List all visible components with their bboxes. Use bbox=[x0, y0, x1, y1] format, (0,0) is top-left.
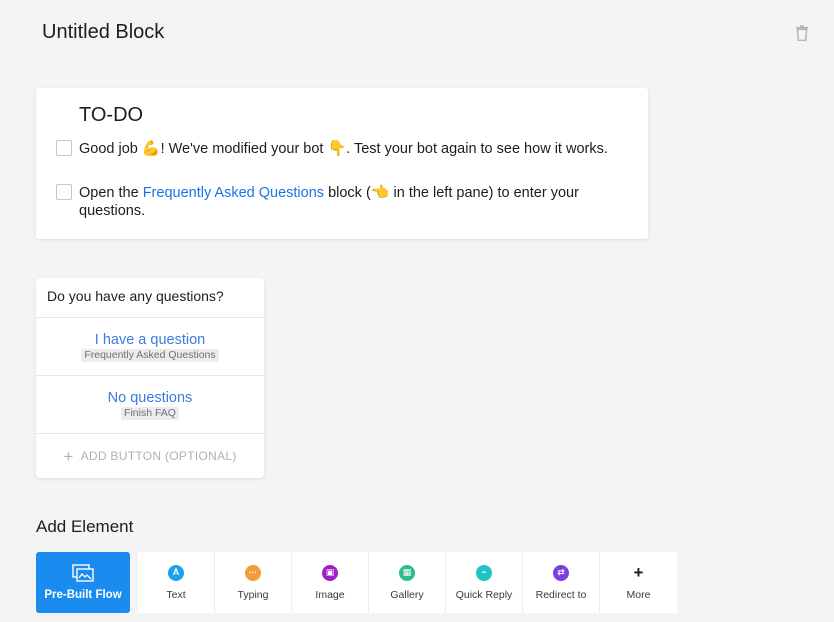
text-icon: A bbox=[168, 564, 184, 581]
todo-item-text: Open the Frequently Asked Questions bloc… bbox=[79, 183, 579, 219]
gallery-element-label: Gallery bbox=[390, 588, 424, 601]
typing-element-label: Typing bbox=[237, 588, 269, 601]
typing-icon: ··· bbox=[245, 564, 261, 581]
quick-reply-element-button[interactable]: ▪▪ Quick Reply bbox=[446, 552, 523, 613]
plus-icon: + bbox=[63, 446, 74, 466]
pre-built-flow-button[interactable]: Pre-Built Flow bbox=[36, 552, 130, 613]
quick-reply-card: Do you have any questions? I have a ques… bbox=[36, 278, 264, 478]
todo-title: TO-DO bbox=[79, 104, 144, 126]
todo-checkbox[interactable] bbox=[56, 184, 72, 200]
quick-reply-button-label: I have a question bbox=[94, 331, 206, 348]
quick-reply-question[interactable]: Do you have any questions? bbox=[36, 278, 264, 318]
quick-reply-button[interactable]: No questions Finish FAQ bbox=[36, 376, 264, 434]
quick-reply-button[interactable]: I have a question Frequently Asked Quest… bbox=[36, 318, 264, 376]
quick-reply-button-target: Finish FAQ bbox=[121, 406, 179, 420]
gallery-element-button[interactable]: ▦ Gallery bbox=[369, 552, 446, 613]
more-element-label: More bbox=[626, 588, 651, 601]
image-element-button[interactable]: ▣ Image bbox=[292, 552, 369, 613]
block-title[interactable]: Untitled Block bbox=[42, 21, 164, 44]
quick-reply-button-target: Frequently Asked Questions bbox=[81, 348, 219, 362]
todo-item: Good job 💪! We've modified your bot 👇. T… bbox=[56, 139, 631, 158]
trash-icon[interactable] bbox=[795, 25, 809, 41]
todo-item-text: Good job 💪! We've modified your bot 👇. T… bbox=[79, 139, 608, 157]
redirect-icon: ⇄ bbox=[553, 564, 569, 581]
faq-block-link[interactable]: Frequently Asked Questions bbox=[143, 185, 324, 201]
add-button-label: ADD BUTTON (OPTIONAL) bbox=[80, 449, 237, 463]
add-element-heading: Add Element bbox=[36, 517, 134, 536]
image-element-label: Image bbox=[315, 588, 345, 601]
image-icon: ▣ bbox=[322, 564, 338, 581]
gallery-icon: ▦ bbox=[399, 564, 415, 581]
quick-reply-icon: ▪▪ bbox=[476, 564, 492, 581]
text-element-label: Text bbox=[166, 588, 186, 601]
flow-icon bbox=[72, 564, 94, 582]
redirect-element-label: Redirect to bbox=[535, 588, 587, 601]
element-toolbar: Pre-Built Flow A Text ··· Typing ▣ Image… bbox=[36, 552, 677, 613]
typing-element-button[interactable]: ··· Typing bbox=[215, 552, 292, 613]
plus-icon: + bbox=[633, 563, 644, 582]
flexed-biceps-icon: 💪 bbox=[141, 139, 161, 157]
more-element-button[interactable]: + More bbox=[600, 552, 677, 613]
pointing-left-icon: 👈 bbox=[370, 183, 390, 201]
quick-reply-button-label: No questions bbox=[107, 389, 193, 406]
todo-item: Open the Frequently Asked Questions bloc… bbox=[56, 183, 631, 220]
text-element-button[interactable]: A Text bbox=[138, 552, 215, 613]
add-button[interactable]: + ADD BUTTON (OPTIONAL) bbox=[36, 434, 264, 478]
todo-card: TO-DO Good job 💪! We've modified your bo… bbox=[36, 88, 648, 239]
quick-reply-element-label: Quick Reply bbox=[455, 588, 513, 601]
todo-checkbox[interactable] bbox=[56, 140, 72, 156]
pointing-down-icon: 👇 bbox=[327, 139, 347, 157]
redirect-element-button[interactable]: ⇄ Redirect to bbox=[523, 552, 600, 613]
pre-built-flow-label: Pre-Built Flow bbox=[44, 589, 122, 601]
